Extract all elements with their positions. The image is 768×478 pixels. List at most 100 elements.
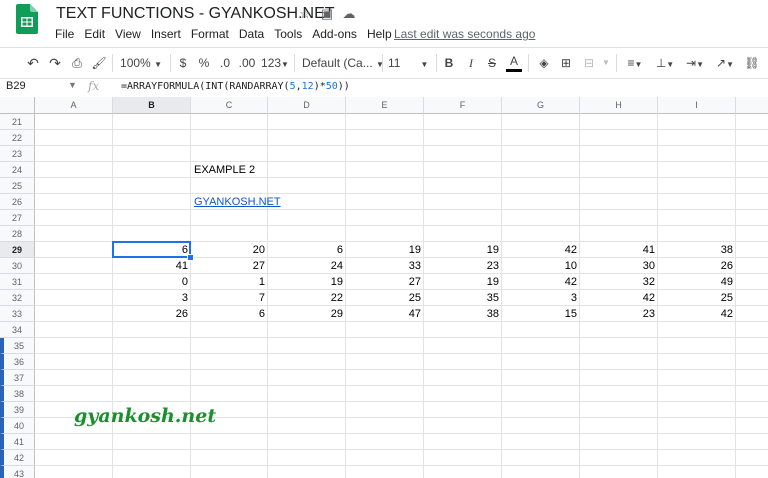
cell-f31[interactable]: 19 — [424, 274, 502, 290]
column-header-a[interactable]: A — [35, 97, 113, 114]
cell-e30[interactable]: 33 — [346, 258, 424, 274]
cell-d30[interactable]: 24 — [268, 258, 346, 274]
cell-f30[interactable]: 23 — [424, 258, 502, 274]
cell-c26-link[interactable]: GYANKOSH.NET — [194, 194, 281, 210]
cell-e32[interactable]: 25 — [346, 290, 424, 306]
row-header-39[interactable]: 39 — [0, 402, 35, 418]
row-header-23[interactable]: 23 — [0, 146, 35, 162]
menu-format[interactable]: Format — [191, 27, 229, 41]
text-rotation-icon[interactable]: ↗▼ — [712, 53, 738, 73]
cell-g32[interactable]: 3 — [502, 290, 580, 306]
column-header-d[interactable]: D — [268, 97, 346, 114]
cell-e33[interactable]: 47 — [346, 306, 424, 322]
cell-b31[interactable]: 0 — [113, 274, 191, 290]
vertical-align-icon[interactable]: ⊥▼ — [652, 53, 678, 73]
sheets-logo-icon[interactable] — [16, 4, 38, 34]
cell-i32[interactable]: 25 — [658, 290, 736, 306]
row-header-32[interactable]: 32 — [0, 290, 35, 306]
menu-insert[interactable]: Insert — [151, 27, 181, 41]
cell-d32[interactable]: 22 — [268, 290, 346, 306]
column-header-h[interactable]: H — [580, 97, 658, 114]
row-header-21[interactable]: 21 — [0, 114, 35, 130]
row-header-43[interactable]: 43 — [0, 466, 35, 478]
row-header-40[interactable]: 40 — [0, 418, 35, 434]
menu-data[interactable]: Data — [239, 27, 264, 41]
fill-color-icon[interactable]: ◈ — [536, 53, 552, 73]
cell-d29[interactable]: 6 — [268, 242, 346, 258]
formula-input[interactable]: =ARRAYFORMULA(INT(RANDARRAY(5,12)*50)) — [121, 81, 350, 92]
row-header-28[interactable]: 28 — [0, 226, 35, 242]
text-wrap-icon[interactable]: ⇥▼ — [682, 53, 708, 73]
select-all-corner[interactable] — [0, 97, 35, 114]
column-header-b[interactable]: B — [113, 97, 191, 114]
name-box[interactable]: B29 — [6, 80, 26, 92]
menu-file[interactable]: File — [55, 27, 74, 41]
row-header-25[interactable]: 25 — [0, 178, 35, 194]
row-header-41[interactable]: 41 — [0, 434, 35, 450]
row-header-42[interactable]: 42 — [0, 450, 35, 466]
horizontal-align-icon[interactable]: ≡▼ — [622, 53, 648, 73]
row-header-29[interactable]: 29 — [0, 242, 35, 258]
menu-edit[interactable]: Edit — [84, 27, 105, 41]
cell-c33[interactable]: 6 — [191, 306, 268, 322]
cell-h31[interactable]: 32 — [580, 274, 658, 290]
cell-f29[interactable]: 19 — [424, 242, 502, 258]
row-header-26[interactable]: 26 — [0, 194, 35, 210]
row-header-36[interactable]: 36 — [0, 354, 35, 370]
cell-i30[interactable]: 26 — [658, 258, 736, 274]
redo-icon[interactable]: ↷ — [46, 53, 64, 73]
more-formats-button[interactable]: 123▼ — [260, 53, 290, 73]
cloud-status-icon[interactable]: ☁ — [338, 6, 360, 22]
bold-button[interactable]: B — [442, 53, 456, 73]
cell-f33[interactable]: 38 — [424, 306, 502, 322]
row-header-27[interactable]: 27 — [0, 210, 35, 226]
cell-h29[interactable]: 41 — [580, 242, 658, 258]
chevron-down-icon[interactable]: ▼ — [600, 53, 612, 73]
cell-g33[interactable]: 15 — [502, 306, 580, 322]
cell-b30[interactable]: 41 — [113, 258, 191, 274]
borders-icon[interactable]: ⊞ — [558, 53, 574, 73]
last-edit-link[interactable]: Last edit was seconds ago — [394, 27, 535, 41]
menu-tools[interactable]: Tools — [274, 27, 302, 41]
currency-format-button[interactable]: $ — [176, 53, 190, 73]
print-icon[interactable]: ⎙ — [68, 53, 86, 73]
percent-format-button[interactable]: % — [196, 53, 212, 73]
row-header-38[interactable]: 38 — [0, 386, 35, 402]
cell-g30[interactable]: 10 — [502, 258, 580, 274]
fill-handle[interactable] — [187, 254, 194, 261]
cell-i29[interactable]: 38 — [658, 242, 736, 258]
decrease-decimal-button[interactable]: .0 — [216, 53, 234, 73]
font-size-select[interactable]: 11 ▼ — [388, 53, 432, 73]
cell-b33[interactable]: 26 — [113, 306, 191, 322]
text-color-button[interactable]: A — [506, 53, 522, 72]
active-cell-selection[interactable] — [112, 241, 191, 258]
column-header-partial[interactable] — [736, 97, 768, 114]
increase-decimal-button[interactable]: .00 — [237, 53, 257, 73]
column-header-e[interactable]: E — [346, 97, 424, 114]
cell-i33[interactable]: 42 — [658, 306, 736, 322]
row-header-37[interactable]: 37 — [0, 370, 35, 386]
merge-cells-icon[interactable]: ⊟ — [580, 53, 598, 73]
menu-view[interactable]: View — [115, 27, 141, 41]
zoom-select[interactable]: 100% ▼ — [118, 53, 164, 73]
cell-c32[interactable]: 7 — [191, 290, 268, 306]
row-header-31[interactable]: 31 — [0, 274, 35, 290]
cell-e29[interactable]: 19 — [346, 242, 424, 258]
cell-g29[interactable]: 42 — [502, 242, 580, 258]
cell-h32[interactable]: 42 — [580, 290, 658, 306]
insert-link-icon[interactable]: ⛓ — [742, 53, 762, 73]
row-header-24[interactable]: 24 — [0, 162, 35, 178]
cell-b32[interactable]: 3 — [113, 290, 191, 306]
column-header-i[interactable]: I — [658, 97, 736, 114]
menu-add-ons[interactable]: Add-ons — [312, 27, 357, 41]
cell-c31[interactable]: 1 — [191, 274, 268, 290]
chevron-down-icon[interactable]: ▼ — [68, 80, 77, 90]
cell-d33[interactable]: 29 — [268, 306, 346, 322]
star-icon[interactable]: ☆ — [294, 6, 316, 22]
row-header-34[interactable]: 34 — [0, 322, 35, 338]
row-header-30[interactable]: 30 — [0, 258, 35, 274]
cell-i31[interactable]: 49 — [658, 274, 736, 290]
move-folder-icon[interactable]: ▣ — [316, 6, 338, 22]
cell-c29[interactable]: 20 — [191, 242, 268, 258]
italic-button[interactable]: I — [464, 53, 478, 73]
